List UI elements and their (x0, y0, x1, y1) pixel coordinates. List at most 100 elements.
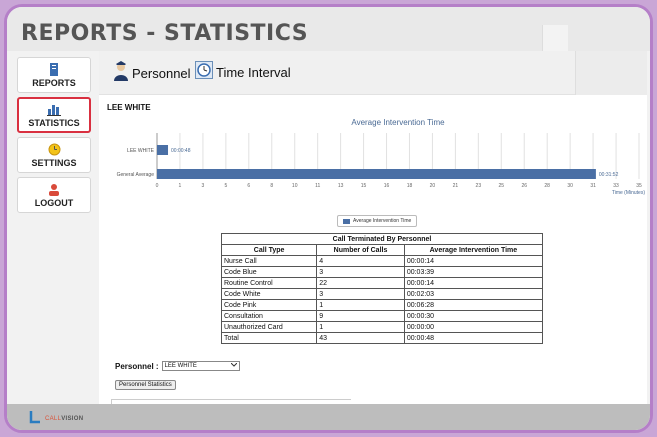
sidebar-item-label: REPORTS (32, 78, 76, 88)
table-cell: 1 (316, 299, 405, 311)
table-cell: 00:03:39 (403, 266, 544, 278)
table-cell: 00:02:03 (403, 288, 544, 300)
table-cell: 1 (316, 321, 405, 333)
table-cell: 00:00:00 (403, 321, 544, 333)
main-panel: Personnel Time Interval LEE WHITE Averag… (99, 51, 647, 409)
table-cell: 3 (316, 288, 405, 300)
logo-text-a: CALL (45, 415, 62, 422)
table-row: Total 43 00:00:48 (220, 332, 544, 344)
x-tick-label: 1 (179, 183, 182, 189)
x-tick-label: 31 (590, 183, 596, 189)
tab-personnel[interactable]: Personnel (113, 61, 191, 85)
nurse-icon (113, 61, 129, 85)
x-tick-label: 26 (521, 183, 527, 189)
personnel-select[interactable]: LEE WHITE (161, 361, 240, 371)
legend-swatch (343, 218, 350, 224)
sidebar-item-label: SETTINGS (31, 158, 77, 168)
logo-mark-icon (29, 409, 41, 428)
x-tick-label: 35 (636, 183, 642, 189)
table-cell: Code Blue (220, 266, 318, 278)
table-cell: Consultation (220, 310, 318, 322)
x-tick-label: 33 (613, 183, 619, 189)
table-header: Call Type (220, 244, 318, 256)
tab-label: Personnel (132, 65, 191, 81)
table-row: Consultation 9 00:00:30 (220, 310, 544, 322)
page-title: REPORTS - STATISTICS (21, 21, 309, 46)
sidebar-item-label: STATISTICS (28, 118, 80, 128)
x-tick-label: 20 (430, 183, 436, 189)
x-tick-label: 0 (156, 183, 159, 189)
x-tick-label: 3 (202, 183, 205, 189)
call-stats-table: Call Terminated By Personnel Call Type N… (220, 233, 544, 344)
x-tick-label: 23 (476, 183, 482, 189)
bar (157, 169, 596, 179)
bar-chart-icon (47, 102, 61, 116)
title-bar-panel (542, 25, 568, 51)
table-cell: Code Pink (220, 299, 318, 311)
table-cell: Unauthorized Card (220, 321, 318, 333)
table-caption: Call Terminated By Personnel (221, 233, 543, 245)
table-cell: Routine Control (220, 277, 318, 289)
sidebar-item-settings[interactable]: SETTINGS (17, 137, 91, 173)
x-tick-label: 8 (270, 183, 273, 189)
table-row: Unauthorized Card 1 00:00:00 (220, 321, 544, 333)
tab-bar: Personnel Time Interval (99, 51, 647, 95)
x-tick-label: 6 (247, 183, 250, 189)
tab-time-interval[interactable]: Time Interval (195, 61, 291, 83)
person-logout-icon (48, 182, 60, 196)
sidebar: REPORTS STATISTICS SETTINGS LOGOUT (17, 57, 93, 217)
chart-legend[interactable]: Average Intervention Time (337, 215, 418, 227)
x-tick-label: 13 (338, 183, 344, 189)
table-row: Routine Control 22 00:00:14 (220, 277, 544, 289)
table-cell: 00:00:14 (403, 255, 544, 267)
legend-label: Average Intervention Time (353, 218, 412, 224)
table-cell: Total (220, 332, 318, 344)
clock-gear-icon (48, 142, 61, 156)
callvision-logo: CALLVISION (29, 409, 83, 428)
bar-value-label: 00:31:52 (599, 172, 619, 178)
bar-value-label: 00:00:48 (171, 148, 191, 154)
sidebar-item-statistics[interactable]: STATISTICS (17, 97, 91, 133)
sidebar-item-logout[interactable]: LOGOUT (17, 177, 91, 213)
table-cell: 00:06:28 (403, 299, 544, 311)
personnel-select-value: LEE WHITE (164, 363, 197, 369)
table-header: Average Intervention Time (403, 244, 544, 256)
x-tick-label: 11 (315, 183, 320, 189)
x-tick-label: 15 (361, 183, 367, 189)
y-tick-label: LEE WHITE (127, 148, 155, 154)
table-cell: 43 (316, 332, 405, 344)
sidebar-item-label: LOGOUT (34, 198, 74, 208)
person-name: LEE WHITE (107, 103, 151, 112)
sidebar-item-reports[interactable]: REPORTS (17, 57, 91, 93)
table-row: Code Pink 1 00:06:28 (220, 299, 544, 311)
x-tick-label: 10 (292, 183, 298, 189)
table-cell: 4 (316, 255, 405, 267)
footer: CALLVISION (7, 404, 650, 430)
x-axis-label: Time (Minutes) (612, 190, 645, 196)
table-row: Code White 3 00:02:03 (220, 288, 544, 300)
x-tick-label: 28 (544, 183, 550, 189)
table-cell: 22 (316, 277, 405, 289)
table-row: Nurse Call 4 00:00:14 (220, 255, 544, 267)
y-tick-label: General Average (117, 172, 155, 178)
x-tick-label: 21 (453, 183, 459, 189)
x-tick-label: 5 (224, 183, 227, 189)
chart-title: Average Intervention Time (351, 118, 445, 127)
book-icon (48, 62, 60, 76)
logo-text: CALLVISION (45, 416, 83, 422)
x-tick-label: 30 (567, 183, 573, 189)
personnel-statistics-button[interactable]: Personnel Statistics (115, 380, 176, 390)
bar (157, 145, 169, 155)
title-bar: REPORTS - STATISTICS (7, 7, 650, 51)
table-header: Number of Calls (316, 244, 405, 256)
clock-icon (195, 61, 213, 83)
app-window: REPORTS - STATISTICS REPORTS STATISTICS … (4, 4, 653, 433)
table-cell: 00:00:30 (403, 310, 544, 322)
chevron-down-icon (230, 362, 237, 369)
tab-bar-panel (575, 51, 647, 95)
table-cell: 00:00:14 (403, 277, 544, 289)
table-cell: 3 (316, 266, 405, 278)
logo-text-b: VISION (61, 415, 84, 422)
x-tick-label: 25 (499, 183, 505, 189)
intervention-chart: Average Intervention Time0 1 3 5 6 8 10 11 13 15 1… (117, 118, 646, 196)
